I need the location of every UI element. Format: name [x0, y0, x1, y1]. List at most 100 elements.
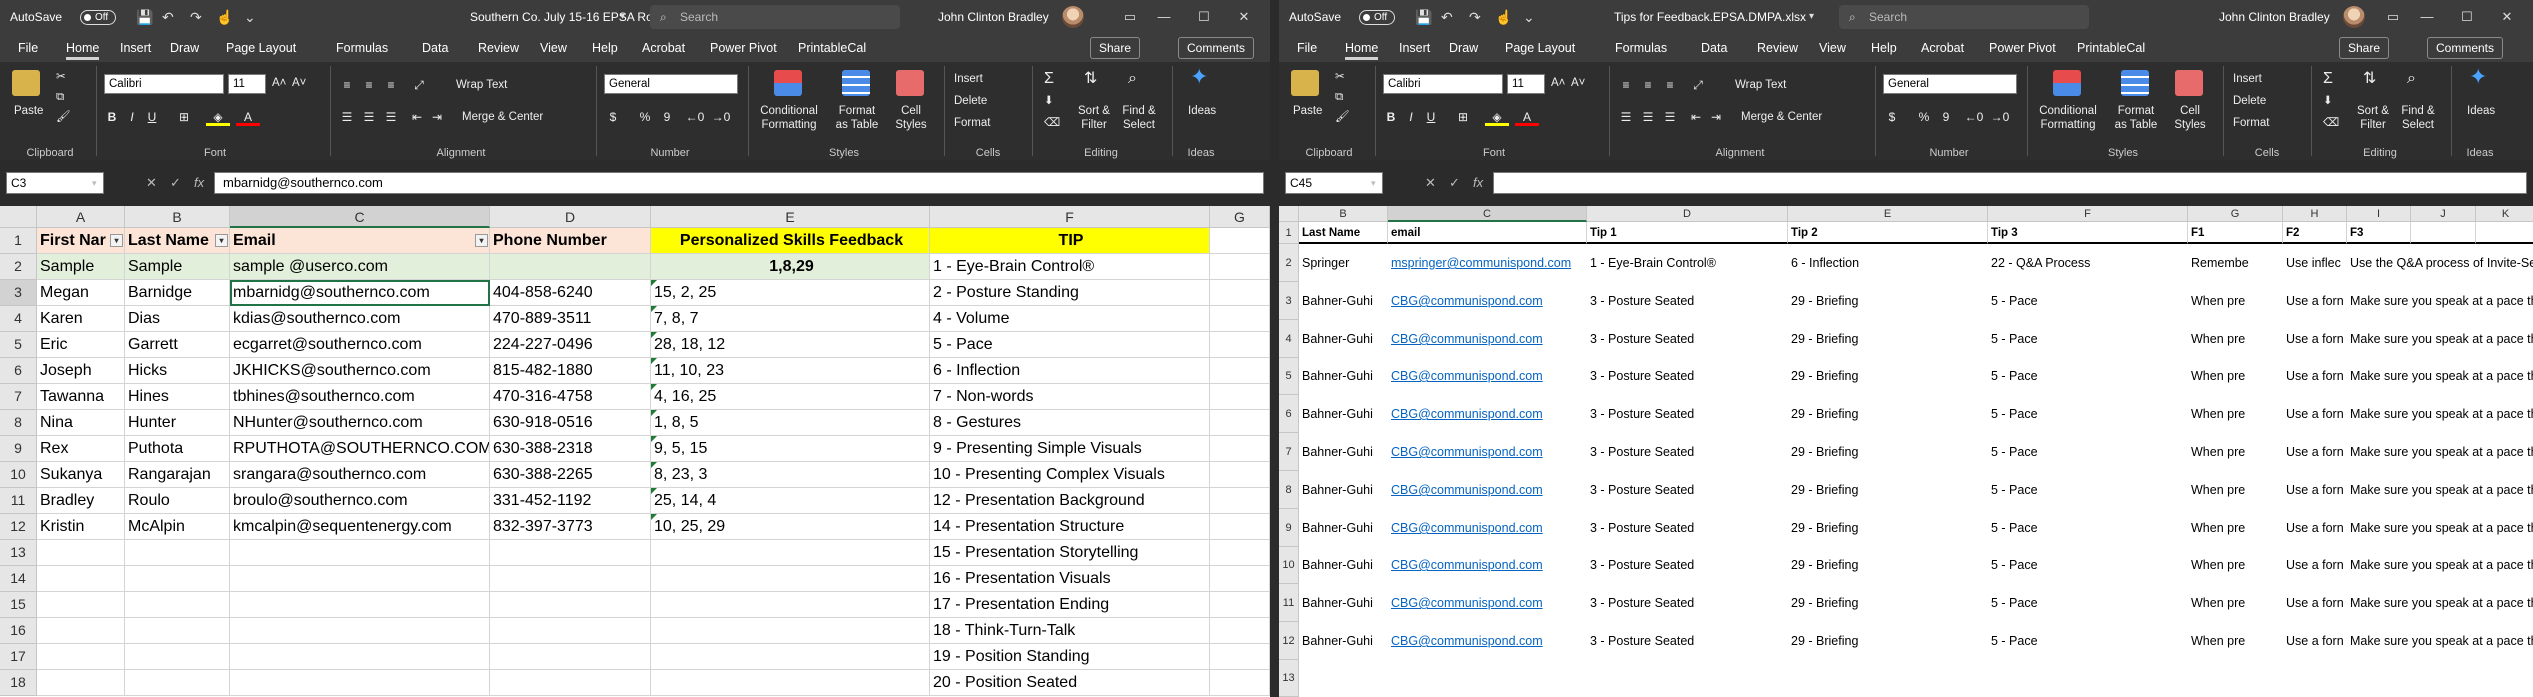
function-icon[interactable]: fx [1473, 172, 1483, 194]
align-top-icon[interactable]: ≡ [338, 76, 356, 94]
table-cell[interactable]: 224-227-0496 [490, 332, 651, 358]
search-input[interactable]: Search [650, 5, 900, 29]
increase-font-icon[interactable]: A˄ [272, 76, 286, 90]
filter-dropdown-icon[interactable]: ▾ [475, 234, 488, 247]
table-cell[interactable]: 6 - Inflection [1788, 244, 1988, 282]
bold-button[interactable]: B [104, 108, 120, 126]
row-header[interactable]: 18 [0, 670, 37, 696]
header-cell[interactable]: First Nar ▾ [37, 228, 125, 254]
table-cell[interactable]: 5 - Pace [1988, 395, 2188, 433]
insert-cells-button[interactable]: Insert [954, 72, 983, 86]
header-cell[interactable]: F1 [2188, 222, 2283, 244]
table-cell[interactable]: When pre [2188, 433, 2283, 471]
row-header[interactable]: 10 [1279, 547, 1299, 584]
fill-icon[interactable]: ⬇ [2323, 94, 2333, 108]
merge-center-button[interactable]: Merge & Center [1741, 110, 1822, 124]
table-cell[interactable]: 1 - Eye-Brain Control® [1587, 244, 1788, 282]
table-cell[interactable]: Bahner-Guhi [1299, 547, 1388, 584]
table-cell[interactable]: 630-388-2318 [490, 436, 651, 462]
table-cell[interactable]: Use a forn [2283, 547, 2347, 584]
table-cell[interactable]: Remembe [2188, 244, 2283, 282]
table-cell[interactable]: 815-482-1880 [490, 358, 651, 384]
table-cell[interactable]: Hicks [125, 358, 230, 384]
tab-formulas[interactable]: Formulas [336, 34, 388, 62]
sample-cell[interactable]: 1 - Eye-Brain Control® [930, 254, 1210, 280]
table-cell[interactable] [490, 540, 651, 566]
avatar[interactable] [1062, 6, 1084, 28]
paste-button[interactable]: Paste [1293, 104, 1322, 118]
table-cell[interactable]: tbhines@southernco.com [230, 384, 490, 410]
row-header[interactable]: 15 [0, 592, 37, 618]
column-header[interactable]: K [2476, 206, 2533, 222]
email-link[interactable]: CBG@communispond.com [1388, 584, 1587, 622]
function-icon[interactable]: fx [194, 172, 204, 194]
sample-cell[interactable] [490, 254, 651, 280]
filter-dropdown-icon[interactable]: ▾ [215, 234, 228, 247]
table-cell[interactable]: 5 - Pace [1988, 282, 2188, 320]
table-cell[interactable] [37, 592, 125, 618]
header-cell[interactable]: Last Name ▾ [125, 228, 230, 254]
cell-styles-button[interactable]: Cell Styles [2171, 104, 2209, 132]
format-cells-button[interactable]: Format [954, 116, 990, 130]
table-cell[interactable]: 29 - Briefing [1788, 320, 1988, 358]
column-header[interactable]: H [2283, 206, 2347, 222]
table-cell[interactable] [230, 566, 490, 592]
cell-styles-icon[interactable] [2175, 70, 2203, 96]
column-header[interactable]: E [1788, 206, 1988, 222]
table-cell[interactable]: 3 - Posture Seated [1587, 471, 1788, 509]
decrease-indent-icon[interactable]: ⇤ [1687, 108, 1705, 126]
table-cell[interactable]: Use a forn [2283, 282, 2347, 320]
table-cell[interactable]: 29 - Briefing [1788, 584, 1988, 622]
table-cell[interactable] [125, 566, 230, 592]
table-cell[interactable]: 14 - Presentation Structure [930, 514, 1210, 540]
table-cell[interactable]: 8, 23, 3 [651, 462, 930, 488]
tab-printablecal[interactable]: PrintableCal [798, 34, 866, 62]
table-cell[interactable] [37, 540, 125, 566]
column-header[interactable]: E [651, 206, 930, 228]
table-cell[interactable]: When pre [2188, 547, 2283, 584]
table-cell[interactable]: 5 - Pace [1988, 471, 2188, 509]
tab-view[interactable]: View [1819, 34, 1846, 62]
table-cell[interactable] [37, 566, 125, 592]
table-cell[interactable]: srangara@southernco.com [230, 462, 490, 488]
table-cell[interactable]: 12 - Presentation Background [930, 488, 1210, 514]
column-header[interactable]: F [930, 206, 1210, 228]
row-header[interactable]: 9 [0, 436, 37, 462]
column-header[interactable]: G [1210, 206, 1270, 228]
sample-cell[interactable]: 1,8,29 [651, 254, 930, 280]
table-cell[interactable]: Make sure you speak at a pace tha [2347, 622, 2533, 660]
find-select-icon[interactable]: ⌕ [2407, 71, 2416, 87]
conditional-formatting-button[interactable]: Conditional Formatting [756, 104, 822, 132]
fill-color-icon[interactable]: ◈ [1485, 108, 1509, 126]
table-cell[interactable] [651, 644, 930, 670]
insert-cells-button[interactable]: Insert [2233, 72, 2262, 86]
table-cell[interactable] [37, 644, 125, 670]
table-cell[interactable] [2411, 222, 2476, 244]
tab-help[interactable]: Help [1871, 34, 1897, 62]
autosum-icon[interactable]: Σ [1044, 71, 1054, 87]
cell-styles-icon[interactable] [896, 70, 924, 96]
row-header[interactable]: 5 [1279, 358, 1299, 395]
table-cell[interactable]: When pre [2188, 509, 2283, 547]
table-cell[interactable]: 28, 18, 12 [651, 332, 930, 358]
name-box-dropdown-icon[interactable]: ▾ [92, 172, 97, 194]
row-header[interactable]: 16 [0, 618, 37, 644]
row-header[interactable]: 3 [0, 280, 37, 306]
comma-button[interactable]: 9 [1939, 108, 1953, 126]
align-bottom-icon[interactable]: ≡ [382, 76, 400, 94]
find-select-button[interactable]: Find & Select [2397, 104, 2439, 132]
table-cell[interactable]: Rangarajan [125, 462, 230, 488]
table-cell[interactable] [230, 644, 490, 670]
table-cell[interactable] [125, 644, 230, 670]
table-cell[interactable]: Make sure you speak at a pace tha [2347, 584, 2533, 622]
select-all-corner[interactable] [1279, 206, 1299, 222]
table-cell[interactable]: Bahner-Guhi [1299, 471, 1388, 509]
header-cell[interactable]: TIP [930, 228, 1210, 254]
align-middle-icon[interactable]: ≡ [1639, 76, 1657, 94]
row-header[interactable]: 4 [0, 306, 37, 332]
comma-button[interactable]: 9 [660, 108, 674, 126]
fill-icon[interactable]: ⬇ [1044, 94, 1054, 108]
sample-cell[interactable]: Sample [125, 254, 230, 280]
row-header[interactable]: 5 [0, 332, 37, 358]
header-cell[interactable]: Email ▾ [230, 228, 490, 254]
